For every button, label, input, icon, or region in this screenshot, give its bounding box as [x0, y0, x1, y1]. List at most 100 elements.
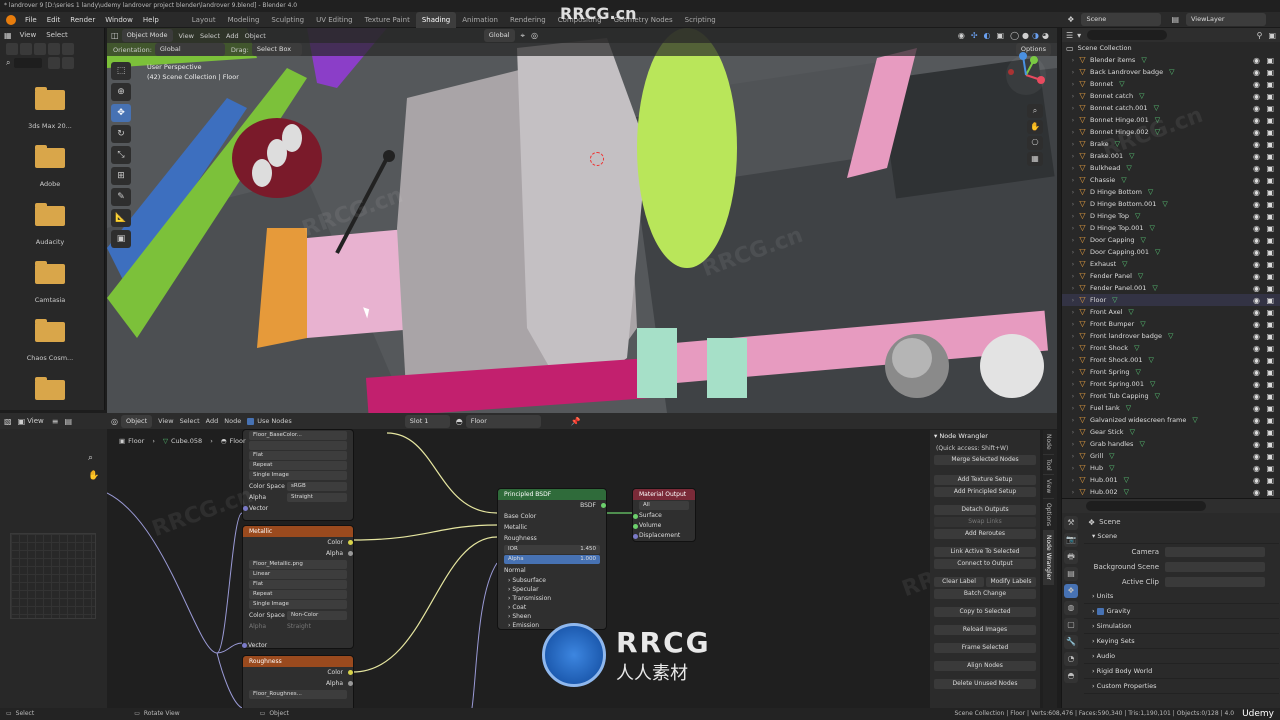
eye-icon[interactable]: ◉	[1253, 356, 1260, 365]
ne-menu-view[interactable]: View	[158, 417, 173, 425]
eye-icon[interactable]: ◉	[1253, 56, 1260, 65]
modifier-tab-icon[interactable]: 🔧	[1064, 635, 1078, 649]
refresh-icon[interactable]	[48, 43, 60, 55]
expand-arrow-icon[interactable]: ›	[1068, 249, 1078, 256]
transmission-panel[interactable]: › Transmission	[498, 594, 606, 603]
audio-section[interactable]: › Audio	[1084, 649, 1279, 664]
outliner-item[interactable]: › ▽ Hub.002 ▽ ◉ ▣	[1062, 486, 1280, 498]
node-header[interactable]: Principled BSDF	[498, 489, 606, 500]
grid-view-icon[interactable]: ▦	[1027, 152, 1043, 166]
expand-arrow-icon[interactable]: ›	[1068, 393, 1078, 400]
outliner-item[interactable]: › ▽ Front landrover badge ▽ ◉ ▣	[1062, 330, 1280, 342]
tool-tab-icon[interactable]: ⚒	[1064, 516, 1078, 530]
mesh-data-icon[interactable]: ▽	[1130, 428, 1135, 436]
gravity-section[interactable]: › Gravity	[1084, 604, 1279, 619]
mesh-data-icon[interactable]: ▽	[1139, 440, 1144, 448]
align-nodes-button[interactable]: Align Nodes	[934, 661, 1036, 671]
render-camera-icon[interactable]: ▣	[1266, 320, 1274, 329]
mesh-data-icon[interactable]: ▽	[1150, 224, 1155, 232]
eye-icon[interactable]: ◉	[1253, 236, 1260, 245]
outliner-item[interactable]: › ▽ Fender Panel.001 ▽ ◉ ▣	[1062, 282, 1280, 294]
add-texture-setup-button[interactable]: Add Texture Setup	[934, 475, 1036, 485]
image-file-field[interactable]: Floor_Metallic.png	[249, 560, 347, 569]
vp-menu-select[interactable]: Select	[200, 32, 220, 40]
color-space-selector[interactable]: Non-Color	[287, 611, 347, 620]
filter-icon[interactable]	[62, 57, 75, 69]
eye-icon[interactable]: ◉	[1253, 284, 1260, 293]
mesh-data-icon[interactable]: ▽	[1119, 80, 1124, 88]
expand-arrow-icon[interactable]: ›	[1068, 201, 1078, 208]
slot-selector[interactable]: Slot 1	[404, 414, 450, 428]
outliner-item[interactable]: › ▽ Fender Panel ▽ ◉ ▣	[1062, 270, 1280, 282]
display-mode-icon[interactable]: ▾	[1077, 31, 1081, 40]
outliner-item[interactable]: › ▽ Chassie ▽ ◉ ▣	[1062, 174, 1280, 186]
fb-search-input[interactable]	[14, 58, 43, 68]
scene-section[interactable]: ▾ Scene	[1084, 529, 1279, 544]
blender-logo-icon[interactable]	[6, 14, 16, 25]
add-principled-setup-button[interactable]: Add Principled Setup	[934, 487, 1036, 497]
render-camera-icon[interactable]: ▣	[1266, 368, 1274, 377]
color-socket[interactable]	[348, 540, 353, 545]
render-camera-icon[interactable]: ▣	[1266, 464, 1274, 473]
alpha-field[interactable]: Alpha 1.000	[504, 555, 600, 564]
mesh-data-icon[interactable]: ▽	[1192, 416, 1197, 424]
outliner-item[interactable]: › ▽ D Hinge Bottom ▽ ◉ ▣	[1062, 186, 1280, 198]
object-tab-icon[interactable]: ▢	[1064, 618, 1078, 632]
eye-icon[interactable]: ◉	[1253, 368, 1260, 377]
extension-selector[interactable]: Repeat	[249, 461, 347, 470]
render-camera-icon[interactable]: ▣	[1266, 176, 1274, 185]
expand-arrow-icon[interactable]: ›	[1068, 273, 1078, 280]
render-camera-icon[interactable]: ▣	[1266, 392, 1274, 401]
eye-icon[interactable]: ◉	[1253, 488, 1260, 497]
alpha-mode-selector[interactable]: Straight	[287, 493, 347, 502]
mesh-data-icon[interactable]: ▽	[1141, 56, 1146, 64]
ie-menu-view[interactable]: View	[27, 417, 44, 425]
subsurface-panel[interactable]: › Subsurface	[498, 576, 606, 585]
tab-scripting[interactable]: Scripting	[679, 12, 722, 28]
mesh-data-icon[interactable]: ▽	[1152, 284, 1157, 292]
eye-icon[interactable]: ◉	[1253, 248, 1260, 257]
coat-panel[interactable]: › Coat	[498, 603, 606, 612]
editor-type-icon[interactable]: ▧	[4, 417, 12, 426]
eye-icon[interactable]: ◉	[1253, 140, 1260, 149]
expand-arrow-icon[interactable]: ›	[1068, 441, 1078, 448]
tab-options[interactable]: Options	[1043, 499, 1054, 531]
mesh-data-icon[interactable]: ▽	[1155, 116, 1160, 124]
eye-icon[interactable]: ◉	[1253, 404, 1260, 413]
simulation-section[interactable]: › Simulation	[1084, 619, 1279, 634]
displacement-input[interactable]: Displacement	[633, 531, 695, 541]
outliner-item[interactable]: › ▽ Hub.001 ▽ ◉ ▣	[1062, 474, 1280, 486]
expand-arrow-icon[interactable]: ›	[1068, 165, 1078, 172]
rotate-tool-icon[interactable]: ↻	[111, 125, 131, 143]
interpolation-selector[interactable]: Linear	[249, 570, 347, 579]
editor-type-icon[interactable]: ◫	[111, 31, 119, 40]
folder-item[interactable]: 3ds Max 20...	[0, 87, 100, 148]
eye-icon[interactable]: ◉	[1253, 416, 1260, 425]
mesh-data-icon[interactable]: ▽	[1129, 152, 1134, 160]
shader-node-editor[interactable]: ◎ Object View Select Add Node Use Nodes …	[107, 413, 1057, 708]
custom-properties-section[interactable]: › Custom Properties	[1084, 679, 1279, 694]
mesh-data-icon[interactable]: ▽	[1138, 272, 1143, 280]
menu-render[interactable]: Render	[65, 12, 100, 28]
roughness-image-node[interactable]: Roughness Color Alpha Floor_Roughnes...	[242, 655, 354, 708]
mesh-data-icon[interactable]: ▽	[1135, 212, 1140, 220]
expand-arrow-icon[interactable]: ›	[1068, 213, 1078, 220]
expand-arrow-icon[interactable]: ›	[1068, 405, 1078, 412]
move-tool-icon[interactable]: ✥	[111, 104, 131, 122]
outliner-item[interactable]: › ▽ Door Capping ▽ ◉ ▣	[1062, 234, 1280, 246]
scene-tab-icon[interactable]: ❖	[1064, 584, 1078, 598]
overlay-toggle-icon[interactable]: ◐	[984, 31, 991, 40]
render-camera-icon[interactable]: ▣	[1266, 440, 1274, 449]
expand-arrow-icon[interactable]: ›	[1068, 453, 1078, 460]
expand-arrow-icon[interactable]: ›	[1068, 81, 1078, 88]
eye-icon[interactable]: ◉	[1253, 380, 1260, 389]
folder-item[interactable]: Camtasia	[0, 261, 100, 322]
alpha-output-row[interactable]: Alpha	[243, 548, 353, 559]
render-camera-icon[interactable]: ▣	[1266, 56, 1274, 65]
specular-panel[interactable]: › Specular	[498, 585, 606, 594]
mesh-data-icon[interactable]: ▽	[1115, 140, 1120, 148]
fb-menu-select[interactable]: Select	[46, 31, 68, 39]
render-camera-icon[interactable]: ▣	[1266, 476, 1274, 485]
render-camera-icon[interactable]: ▣	[1266, 104, 1274, 113]
outliner-item[interactable]: › ▽ Bulkhead ▽ ◉ ▣	[1062, 162, 1280, 174]
